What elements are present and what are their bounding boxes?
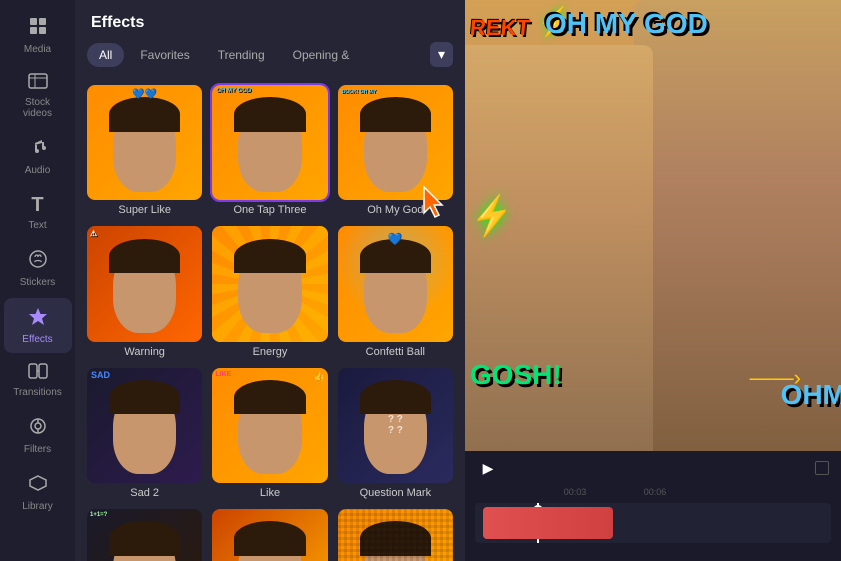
- tab-trending[interactable]: Trending: [206, 43, 277, 67]
- sidebar: Media Stockvideos Audio T Text: [0, 0, 75, 561]
- play-button[interactable]: ▶: [477, 457, 499, 479]
- media-icon: [28, 16, 48, 41]
- effect-super-like[interactable]: 💙💙 Super Like: [87, 85, 202, 216]
- effect-energy[interactable]: Energy: [212, 226, 327, 357]
- effect-label-question-mark: Question Mark: [360, 487, 432, 499]
- effect-thumb-energy: [212, 226, 327, 341]
- effect-question-mark[interactable]: ? ?? ? Question Mark: [338, 368, 453, 499]
- sidebar-item-transitions[interactable]: Transitions: [4, 355, 72, 406]
- filters-icon: [28, 416, 48, 441]
- timeline-checkbox[interactable]: [815, 461, 829, 475]
- effect-thumb-sad-2: SAD: [87, 368, 202, 483]
- sidebar-item-label-text: Text: [28, 220, 46, 231]
- sidebar-item-label-library: Library: [22, 501, 53, 512]
- effect-label-warning: Warning: [124, 346, 165, 358]
- sticker-ohmygod: OH MY GOD: [545, 8, 708, 40]
- effect-thumb-one-tap-three: OH MY GOD: [212, 85, 327, 200]
- transitions-icon: [28, 363, 48, 384]
- effects-icon: [28, 306, 48, 331]
- sticker-gosh: GOSH!: [470, 359, 562, 391]
- sidebar-item-library[interactable]: Library: [4, 465, 72, 520]
- timeline-controls: ▶: [465, 451, 841, 485]
- effect-thumb-flames-2: [212, 509, 327, 561]
- time-marker-1: 00:03: [535, 487, 615, 497]
- sidebar-item-stock-videos[interactable]: Stockvideos: [4, 65, 72, 127]
- sidebar-item-label-effects: Effects: [22, 334, 52, 345]
- effect-quick-math[interactable]: 1+1=? Quick Math: [87, 509, 202, 561]
- timeline: ▶ 00:03 00:06: [465, 451, 841, 561]
- effects-panel-title: Effects: [75, 0, 465, 42]
- effects-panel: Effects All Favorites Trending Opening &…: [75, 0, 465, 561]
- effect-label-like: Like: [260, 487, 280, 499]
- effect-sad-2[interactable]: SAD Sad 2: [87, 368, 202, 499]
- effect-thumb-super-like: 💙💙: [87, 85, 202, 200]
- effect-label-confetti-ball: Confetti Ball: [366, 346, 425, 358]
- sidebar-item-effects[interactable]: Effects: [4, 298, 72, 353]
- effect-oh-my-god[interactable]: BOOK! OH MY Oh My God: [338, 85, 453, 216]
- timeline-ruler: 00:03 00:06: [465, 485, 841, 499]
- effect-thumb-pixel-art: [338, 509, 453, 561]
- play-icon: ▶: [483, 460, 494, 477]
- sidebar-item-text[interactable]: T Text: [4, 186, 72, 239]
- effects-tabs: All Favorites Trending Opening & ▾: [75, 42, 465, 77]
- effect-flames-2[interactable]: Flames 2: [212, 509, 327, 561]
- effect-one-tap-three[interactable]: OH MY GOD One Tap Three: [212, 85, 327, 216]
- qmark-overlay: ? ?? ?: [338, 368, 453, 483]
- effect-thumb-warning: ⚠: [87, 226, 202, 341]
- effect-label-super-like: Super Like: [118, 204, 171, 216]
- sidebar-item-label-audio: Audio: [25, 165, 51, 176]
- effect-label-energy: Energy: [253, 346, 288, 358]
- tab-all[interactable]: All: [87, 43, 124, 67]
- effect-confetti-ball[interactable]: 💙 Confetti Ball: [338, 226, 453, 357]
- timeline-track[interactable]: [475, 503, 831, 543]
- effects-grid: 💙💙 Super Like OH MY GOD One Tap Three BO…: [75, 77, 465, 561]
- video-preview: REKT ⚡ OH MY GOD ⚡ GOSH! ——› OHM: [465, 0, 841, 451]
- time-marker-2: 00:06: [615, 487, 695, 497]
- effect-thumb-like: 👍 LIKE: [212, 368, 327, 483]
- effect-label-one-tap-three: One Tap Three: [234, 204, 307, 216]
- effect-pixel-art[interactable]: Pixel Art: [338, 509, 453, 561]
- ohmygod-overlay: BOOK! OH MY: [342, 89, 376, 95]
- sticker-ohm: OHM: [781, 379, 841, 411]
- sidebar-item-media[interactable]: Media: [4, 8, 72, 63]
- effect-thumb-quick-math: 1+1=?: [87, 509, 202, 561]
- sidebar-item-label-stock: Stockvideos: [23, 97, 52, 119]
- sticker-rekt: REKT: [469, 15, 531, 41]
- audio-icon: [28, 137, 48, 162]
- tab-more-button[interactable]: ▾: [430, 42, 453, 67]
- super-like-overlay: 💙💙: [132, 89, 157, 100]
- tab-opening[interactable]: Opening &: [281, 43, 362, 67]
- sidebar-item-label-filters: Filters: [24, 444, 51, 455]
- effect-thumb-oh-my-god: BOOK! OH MY: [338, 85, 453, 200]
- one-tap-overlay: OH MY GOD: [216, 88, 251, 94]
- tab-favorites[interactable]: Favorites: [128, 43, 201, 67]
- effect-warning[interactable]: ⚠ Warning: [87, 226, 202, 357]
- sidebar-item-audio[interactable]: Audio: [4, 129, 72, 184]
- effect-thumb-confetti-ball: 💙: [338, 226, 453, 341]
- effect-like[interactable]: 👍 LIKE Like: [212, 368, 327, 499]
- lightning-icon-2: ⚡: [467, 191, 518, 240]
- sad-overlay: SAD: [91, 370, 110, 380]
- library-icon: [28, 473, 48, 498]
- stickers-icon: [28, 249, 48, 274]
- sidebar-item-filters[interactable]: Filters: [4, 408, 72, 463]
- sidebar-item-label-transitions: Transitions: [13, 387, 62, 398]
- sidebar-item-label-media: Media: [24, 44, 51, 55]
- text-icon: T: [31, 194, 43, 217]
- effect-label-sad-2: Sad 2: [130, 487, 159, 499]
- track-clip[interactable]: [483, 507, 613, 539]
- effect-thumb-question-mark: ? ?? ?: [338, 368, 453, 483]
- stock-videos-icon: [28, 73, 48, 94]
- effect-label-oh-my-god: Oh My God: [367, 204, 423, 216]
- sidebar-item-stickers[interactable]: Stickers: [4, 241, 72, 296]
- sidebar-item-label-stickers: Stickers: [20, 277, 56, 288]
